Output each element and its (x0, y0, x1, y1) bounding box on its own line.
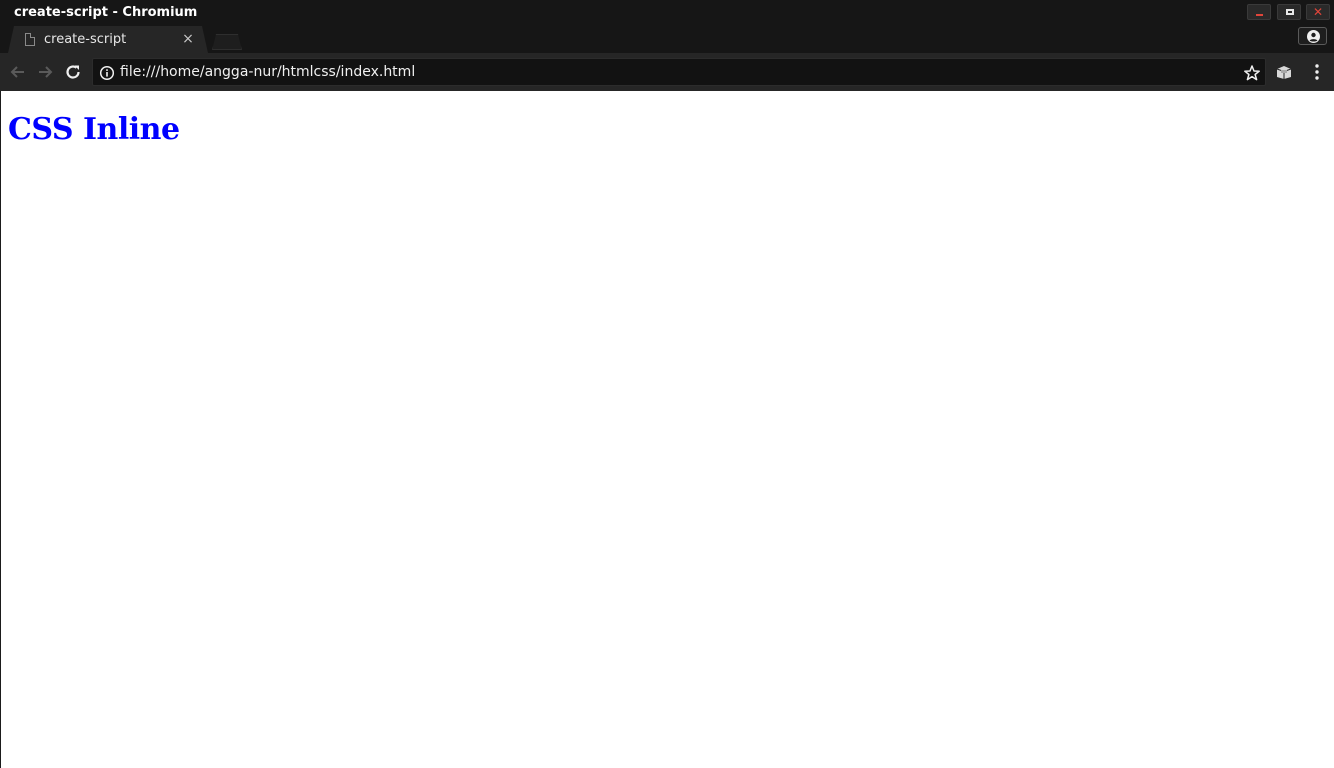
forward-button[interactable] (35, 62, 55, 82)
maximize-icon (1286, 9, 1294, 15)
page-icon (25, 33, 35, 46)
title-bar: create-script - Chromium ✕ (0, 0, 1334, 26)
page-heading: CSS Inline (8, 112, 180, 147)
tab-close-icon[interactable]: × (180, 30, 196, 48)
extension-icon[interactable] (1275, 63, 1293, 81)
back-button[interactable] (8, 62, 28, 82)
arrow-left-icon (10, 66, 24, 78)
toolbar: file:///home/angga-nur/htmlcss/index.htm… (0, 53, 1334, 91)
page-viewport: CSS Inline (1, 91, 1334, 768)
url-text[interactable]: file:///home/angga-nur/htmlcss/index.htm… (120, 64, 415, 81)
new-tab-button[interactable] (212, 34, 242, 50)
star-icon[interactable] (1243, 64, 1261, 82)
account-icon (1307, 30, 1320, 43)
arrow-right-icon (39, 66, 53, 78)
window-title: create-script - Chromium (14, 5, 198, 20)
tab-create-script[interactable]: create-script × (8, 26, 208, 53)
tab-title: create-script (44, 32, 127, 47)
close-icon: ✕ (1312, 5, 1324, 19)
tab-strip: create-script × (0, 26, 1334, 53)
close-window-button[interactable]: ✕ (1306, 4, 1330, 20)
info-icon[interactable] (99, 65, 115, 81)
profile-button[interactable] (1298, 27, 1327, 45)
kebab-menu-icon[interactable] (1309, 63, 1325, 81)
reload-button[interactable] (63, 62, 83, 82)
browser-window: create-script - Chromium ✕ create-script… (0, 0, 1334, 768)
minimize-icon (1256, 14, 1263, 16)
reload-icon (66, 65, 80, 79)
minimize-button[interactable] (1247, 4, 1271, 20)
address-bar[interactable]: file:///home/angga-nur/htmlcss/index.htm… (92, 58, 1266, 86)
maximize-button[interactable] (1277, 4, 1301, 20)
